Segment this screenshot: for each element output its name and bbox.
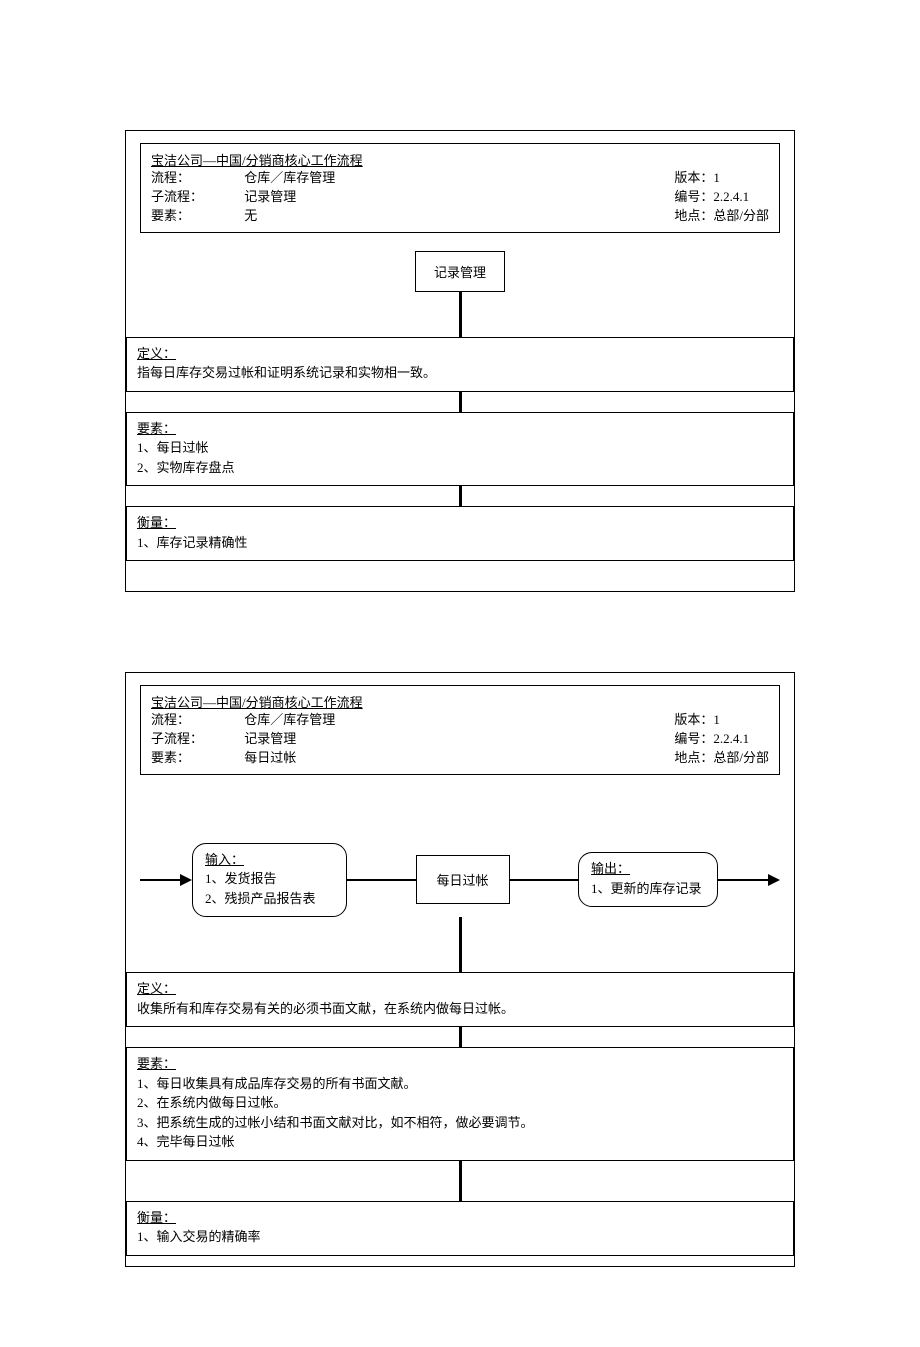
header-row-subprocess: 子流程： 记录管理 xyxy=(151,730,363,749)
elements-item: 2、在系统内做每日过帐。 xyxy=(137,1093,783,1113)
elements-item: 4、完毕每日过帐 xyxy=(137,1132,783,1152)
header-row-number: 编号：2.2.4.1 xyxy=(674,730,769,749)
header-row-element: 要素： 每日过帐 xyxy=(151,749,363,768)
version-label: 版本： xyxy=(674,712,713,727)
arrow-right-icon xyxy=(180,874,192,886)
header-box: 宝洁公司—中国/分销商核心工作流程 流程： 仓库／库存管理 子流程： 记录管理 … xyxy=(140,143,780,233)
definition-body: 收集所有和库存交易有关的必须书面文献，在系统内做每日过帐。 xyxy=(137,999,783,1019)
elements-title: 要素： xyxy=(137,1054,783,1074)
elements-title: 要素： xyxy=(137,419,783,439)
workflow-diagram-2: 宝洁公司—中国/分销商核心工作流程 流程： 仓库／库存管理 子流程： 记录管理 … xyxy=(125,672,795,1267)
version-value: 1 xyxy=(713,712,720,727)
flow-line xyxy=(718,879,768,881)
connector-line xyxy=(459,392,462,412)
input-item: 1、发货报告 xyxy=(205,869,334,889)
measure-box: 衡量： 1、输入交易的精确率 xyxy=(126,1201,794,1256)
header-row-subprocess: 子流程： 记录管理 xyxy=(151,188,363,207)
subprocess-value: 记录管理 xyxy=(244,731,296,746)
output-title: 输出： xyxy=(591,859,705,879)
elements-box: 要素： 1、每日收集具有成品库存交易的所有书面文献。 2、在系统内做每日过帐。 … xyxy=(126,1047,794,1161)
header-left: 宝洁公司—中国/分销商核心工作流程 流程： 仓库／库存管理 子流程： 记录管理 … xyxy=(151,692,363,768)
measure-box: 衡量： 1、库存记录精确性 xyxy=(126,506,794,561)
header-right: . 版本：1 编号：2.2.4.1 地点：总部/分部 xyxy=(674,150,769,226)
subprocess-label: 子流程： xyxy=(151,188,241,207)
output-box: 输出： 1、更新的库存记录 xyxy=(578,852,718,907)
header-row-process: 流程： 仓库／库存管理 xyxy=(151,169,363,188)
header-row-version: 版本：1 xyxy=(674,169,769,188)
elements-item: 1、每日收集具有成品库存交易的所有书面文献。 xyxy=(137,1074,783,1094)
definition-title: 定义： xyxy=(137,344,783,364)
subprocess-label: 子流程： xyxy=(151,730,241,749)
center-process-node: 记录管理 xyxy=(415,251,505,292)
io-flow-row: 输入： 1、发货报告 2、残损产品报告表 每日过帐 输出： 1、更新的库存记录 xyxy=(140,843,780,918)
definition-box: 定义： 指每日库存交易过帐和证明系统记录和实物相一致。 xyxy=(126,337,794,392)
element-label: 要素： xyxy=(151,749,241,768)
output-item: 1、更新的库存记录 xyxy=(591,879,705,899)
connector-line xyxy=(459,917,462,972)
definition-box: 定义： 收集所有和库存交易有关的必须书面文献，在系统内做每日过帐。 xyxy=(126,972,794,1027)
version-value: 1 xyxy=(713,170,720,185)
location-label: 地点： xyxy=(674,208,713,223)
version-label: 版本： xyxy=(674,170,713,185)
connector-line xyxy=(459,1027,462,1047)
header-left: 宝洁公司—中国/分销商核心工作流程 流程： 仓库／库存管理 子流程： 记录管理 … xyxy=(151,150,363,226)
number-label: 编号： xyxy=(674,731,713,746)
header-row-number: 编号：2.2.4.1 xyxy=(674,188,769,207)
element-label: 要素： xyxy=(151,207,241,226)
header-right: . 版本：1 编号：2.2.4.1 地点：总部/分部 xyxy=(674,692,769,768)
flow-line xyxy=(140,879,180,881)
header-title: 宝洁公司—中国/分销商核心工作流程 xyxy=(151,692,363,711)
header-box: 宝洁公司—中国/分销商核心工作流程 流程： 仓库／库存管理 子流程： 记录管理 … xyxy=(140,685,780,775)
element-value: 每日过帐 xyxy=(244,750,296,765)
process-value: 仓库／库存管理 xyxy=(244,170,335,185)
input-title: 输入： xyxy=(205,850,334,870)
flow-line xyxy=(510,879,579,881)
location-label: 地点： xyxy=(674,750,713,765)
element-value: 无 xyxy=(244,208,257,223)
elements-item: 2、实物库存盘点 xyxy=(137,458,783,478)
header-row-location: 地点：总部/分部 xyxy=(674,207,769,226)
number-label: 编号： xyxy=(674,189,713,204)
elements-box: 要素： 1、每日过帐 2、实物库存盘点 xyxy=(126,412,794,487)
connector-line xyxy=(459,292,462,337)
input-item: 2、残损产品报告表 xyxy=(205,889,334,909)
elements-item: 3、把系统生成的过帐小结和书面文献对比，如不相符，做必要调节。 xyxy=(137,1113,783,1133)
header-row-location: 地点：总部/分部 xyxy=(674,749,769,768)
flow-line xyxy=(347,879,416,881)
arrow-right-icon xyxy=(768,874,780,886)
process-value: 仓库／库存管理 xyxy=(244,712,335,727)
location-value: 总部/分部 xyxy=(713,208,769,223)
location-value: 总部/分部 xyxy=(713,750,769,765)
process-label: 流程： xyxy=(151,711,241,730)
connector-line xyxy=(459,1161,462,1201)
elements-item: 1、每日过帐 xyxy=(137,438,783,458)
input-box: 输入： 1、发货报告 2、残损产品报告表 xyxy=(192,843,347,918)
header-row-version: 版本：1 xyxy=(674,711,769,730)
measure-title: 衡量： xyxy=(137,1208,783,1228)
measure-title: 衡量： xyxy=(137,513,783,533)
process-label: 流程： xyxy=(151,169,241,188)
process-node: 每日过帐 xyxy=(416,855,510,904)
measure-item: 1、库存记录精确性 xyxy=(137,533,783,553)
header-row-process: 流程： 仓库／库存管理 xyxy=(151,711,363,730)
workflow-diagram-1: 宝洁公司—中国/分销商核心工作流程 流程： 仓库／库存管理 子流程： 记录管理 … xyxy=(125,130,795,592)
measure-item: 1、输入交易的精确率 xyxy=(137,1227,783,1247)
number-value: 2.2.4.1 xyxy=(713,731,749,746)
subprocess-value: 记录管理 xyxy=(244,189,296,204)
connector-line xyxy=(459,486,462,506)
header-title: 宝洁公司—中国/分销商核心工作流程 xyxy=(151,150,363,169)
header-row-element: 要素： 无 xyxy=(151,207,363,226)
definition-body: 指每日库存交易过帐和证明系统记录和实物相一致。 xyxy=(137,363,783,383)
definition-title: 定义： xyxy=(137,979,783,999)
number-value: 2.2.4.1 xyxy=(713,189,749,204)
